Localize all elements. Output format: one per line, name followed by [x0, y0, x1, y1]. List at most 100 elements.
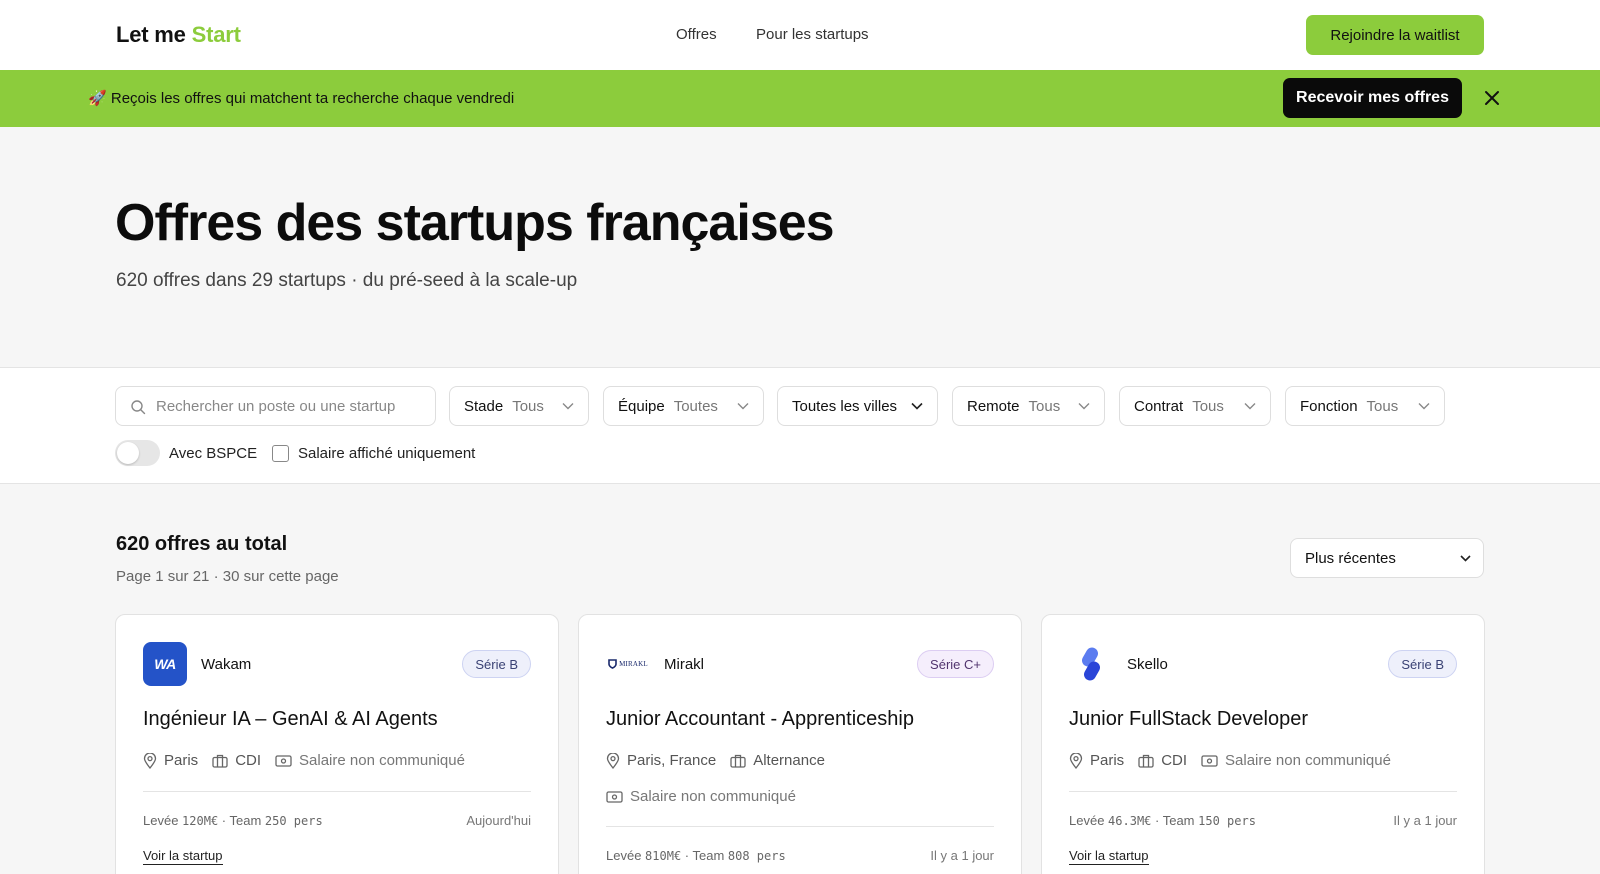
bspce-label: Avec BSPCE	[169, 445, 258, 462]
briefcase-icon	[212, 754, 228, 768]
sort-value: Plus récentes	[1305, 550, 1396, 567]
job-meta: Paris CDI Salaire non communiqué	[143, 752, 479, 769]
filter-fonction[interactable]: Fonction Tous	[1285, 386, 1445, 426]
banner-message: Reçois les offres qui matchent ta recher…	[110, 90, 515, 107]
filter-fonction-value: Tous	[1366, 397, 1399, 415]
filter-contrat-value: Tous	[1192, 397, 1224, 415]
stage-badge: Série B	[1388, 650, 1457, 678]
briefcase-icon	[730, 754, 746, 768]
funding-prefix: Levée	[143, 813, 183, 828]
logo-accent: Start	[191, 22, 241, 47]
stage-badge: Série C+	[917, 650, 994, 678]
company-logo: MIRAKL	[606, 642, 650, 686]
job-card[interactable]: MIRAKL Mirakl Série C+ Junior Accountant…	[578, 614, 1022, 874]
location-pin-icon	[143, 752, 157, 769]
job-location: Paris	[1090, 752, 1125, 769]
chevron-down-icon	[1460, 555, 1471, 562]
view-startup-link[interactable]: Voir la startup	[1069, 848, 1149, 865]
money-icon	[1201, 754, 1218, 767]
banner-text: 🚀 Reçois les offres qui matchent ta rech…	[88, 89, 514, 107]
team-prefix: · Team	[681, 848, 728, 863]
filter-remote-value: Tous	[1028, 397, 1061, 415]
team-prefix: · Team	[1151, 813, 1199, 828]
job-salary: Salaire non communiqué	[630, 788, 796, 805]
funding-info: Levée 120M€ · Team 250 pers	[143, 813, 323, 828]
search-box	[115, 386, 436, 426]
filter-stade[interactable]: Stade Tous	[449, 386, 589, 426]
filter-stade-value: Tous	[512, 397, 544, 415]
filter-remote[interactable]: Remote Tous	[952, 386, 1105, 426]
rocket-icon: 🚀	[88, 90, 107, 107]
job-contract: CDI	[235, 752, 262, 769]
salary-checkbox[interactable]	[272, 445, 289, 462]
page-title: Offres des startups françaises	[115, 194, 835, 252]
job-title[interactable]: Junior Accountant - Apprenticeship	[606, 708, 914, 731]
filter-villes[interactable]: Toutes les villes	[777, 386, 938, 426]
company-logo: WA	[143, 642, 187, 686]
funding-info: Levée 810M€ · Team 808 pers	[606, 848, 786, 863]
briefcase-icon	[1138, 754, 1154, 768]
funding-prefix: Levée	[1069, 813, 1109, 828]
search-icon	[131, 400, 146, 415]
job-card[interactable]: WA Wakam Série B Ingénieur IA – GenAI & …	[115, 614, 559, 874]
filter-stade-label: Stade	[464, 397, 504, 415]
job-meta: Paris, France Alternance	[606, 752, 839, 769]
team-size: 150 pers	[1198, 814, 1256, 828]
job-meta: Paris CDI Salaire non communiqué	[1069, 752, 1405, 769]
job-contract: CDI	[1161, 752, 1188, 769]
job-title[interactable]: Ingénieur IA – GenAI & AI Agents	[143, 708, 438, 731]
page-info: Page 1 sur 21 · 30 sur cette page	[116, 568, 339, 585]
chevron-down-icon	[1418, 403, 1430, 410]
bspce-toggle[interactable]	[115, 440, 160, 466]
toggle-knob	[117, 442, 139, 464]
receive-offers-button[interactable]: Recevoir mes offres	[1283, 78, 1462, 118]
chevron-down-icon	[562, 403, 574, 410]
job-salary: Salaire non communiqué	[299, 752, 465, 769]
company-logo-text: MIRAKL	[619, 660, 648, 668]
job-contract: Alternance	[753, 752, 825, 769]
logo-main: Let me	[116, 22, 186, 47]
skello-logo-icon	[1082, 647, 1100, 681]
filter-remote-label: Remote	[967, 397, 1020, 415]
mirakl-shield-icon	[608, 659, 617, 669]
filters-bar: Stade Tous Équipe Toutes Toutes les vill…	[0, 367, 1600, 484]
company-name: Skello	[1127, 656, 1168, 673]
posted-date: Il y a 1 jour	[1393, 813, 1457, 828]
card-divider	[1069, 791, 1457, 792]
team-size: 250 pers	[264, 814, 323, 828]
join-waitlist-button[interactable]: Rejoindre la waitlist	[1306, 15, 1484, 55]
nav-link-offres[interactable]: Offres	[676, 26, 717, 43]
job-card[interactable]: Skello Série B Junior FullStack Develope…	[1041, 614, 1485, 874]
filter-contrat[interactable]: Contrat Tous	[1119, 386, 1271, 426]
view-startup-link[interactable]: Voir la startup	[143, 848, 223, 865]
location-pin-icon	[1069, 752, 1083, 769]
posted-date: Aujourd'hui	[466, 813, 531, 828]
results-total: 620 offres au total	[116, 533, 288, 555]
money-icon	[275, 754, 292, 767]
filter-equipe[interactable]: Équipe Toutes	[603, 386, 764, 426]
card-divider	[606, 826, 994, 827]
money-icon	[606, 790, 623, 803]
funding-prefix: Levée	[606, 848, 646, 863]
job-title[interactable]: Junior FullStack Developer	[1069, 708, 1308, 731]
team-size: 808 pers	[727, 849, 786, 863]
filter-equipe-label: Équipe	[618, 397, 665, 415]
salary-checkbox-label: Salaire affiché uniquement	[298, 445, 476, 462]
sort-select[interactable]: Plus récentes	[1290, 538, 1484, 578]
funding-amount: 120M€	[182, 814, 219, 828]
company-name: Mirakl	[664, 656, 704, 673]
company-logo-text: WA	[154, 656, 176, 672]
filter-equipe-value: Toutes	[673, 397, 718, 415]
stage-badge: Série B	[462, 650, 531, 678]
logo[interactable]: Let me Start	[116, 22, 241, 48]
newsletter-banner: 🚀 Reçois les offres qui matchent ta rech…	[0, 70, 1600, 127]
funding-amount: 46.3M€	[1108, 814, 1152, 828]
search-input[interactable]	[156, 387, 426, 425]
company-logo	[1069, 642, 1113, 686]
job-location: Paris	[164, 752, 199, 769]
filter-contrat-label: Contrat	[1134, 397, 1184, 415]
job-salary: Salaire non communiqué	[1225, 752, 1391, 769]
nav-link-startups[interactable]: Pour les startups	[756, 26, 869, 43]
filter-fonction-label: Fonction	[1300, 397, 1358, 415]
close-icon[interactable]	[1480, 86, 1504, 110]
